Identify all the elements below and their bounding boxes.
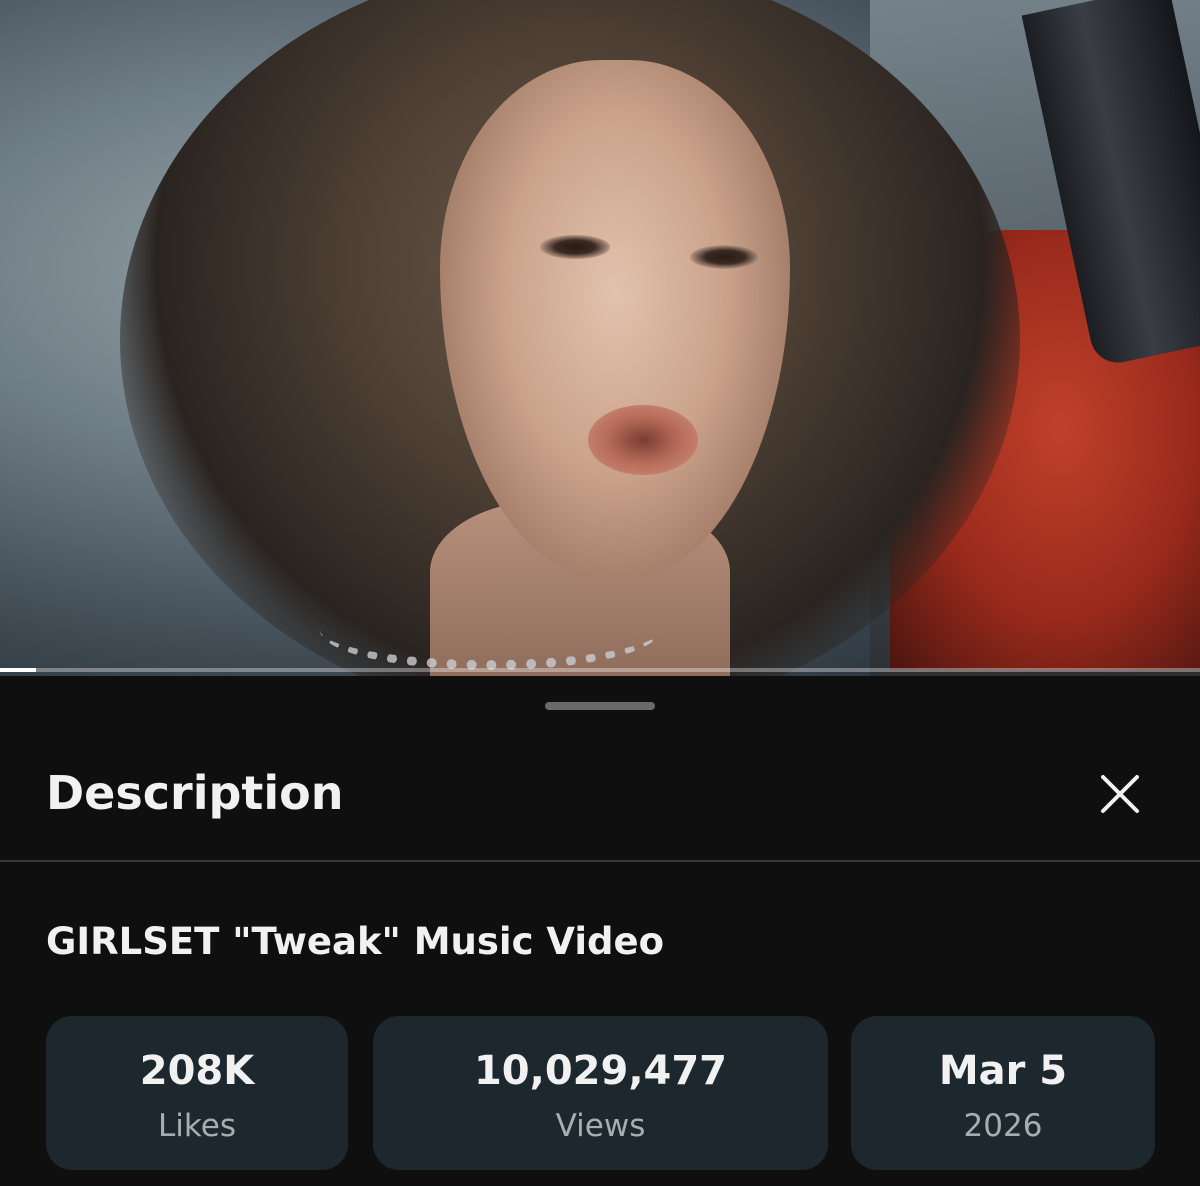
video-progress-bar[interactable] (0, 668, 1200, 672)
views-label: Views (555, 1108, 646, 1144)
video-progress-fill (0, 668, 36, 672)
video-title: GIRLSET "Tweak" Music Video (46, 920, 665, 963)
header-divider (0, 860, 1200, 862)
video-subject-eye (690, 245, 760, 269)
video-player[interactable] (0, 0, 1200, 676)
likes-stat-card: 208K Likes (46, 1016, 348, 1170)
description-sheet: Description GIRLSET "Tweak" Music Video … (0, 676, 1200, 1186)
likes-label: Likes (158, 1108, 236, 1144)
video-subject-lips (588, 405, 698, 475)
close-button[interactable] (1090, 764, 1150, 824)
drag-handle[interactable] (545, 702, 655, 710)
views-count: 10,029,477 (473, 1048, 728, 1094)
video-subject-eye (540, 235, 610, 259)
publish-date: Mar 5 (938, 1048, 1068, 1094)
close-icon (1101, 775, 1139, 813)
video-subject-necklace (320, 590, 660, 670)
publish-year: 2026 (963, 1108, 1043, 1144)
likes-count: 208K (139, 1048, 255, 1094)
description-header-title: Description (46, 766, 344, 820)
views-stat-card: 10,029,477 Views (373, 1016, 828, 1170)
date-stat-card: Mar 5 2026 (851, 1016, 1155, 1170)
